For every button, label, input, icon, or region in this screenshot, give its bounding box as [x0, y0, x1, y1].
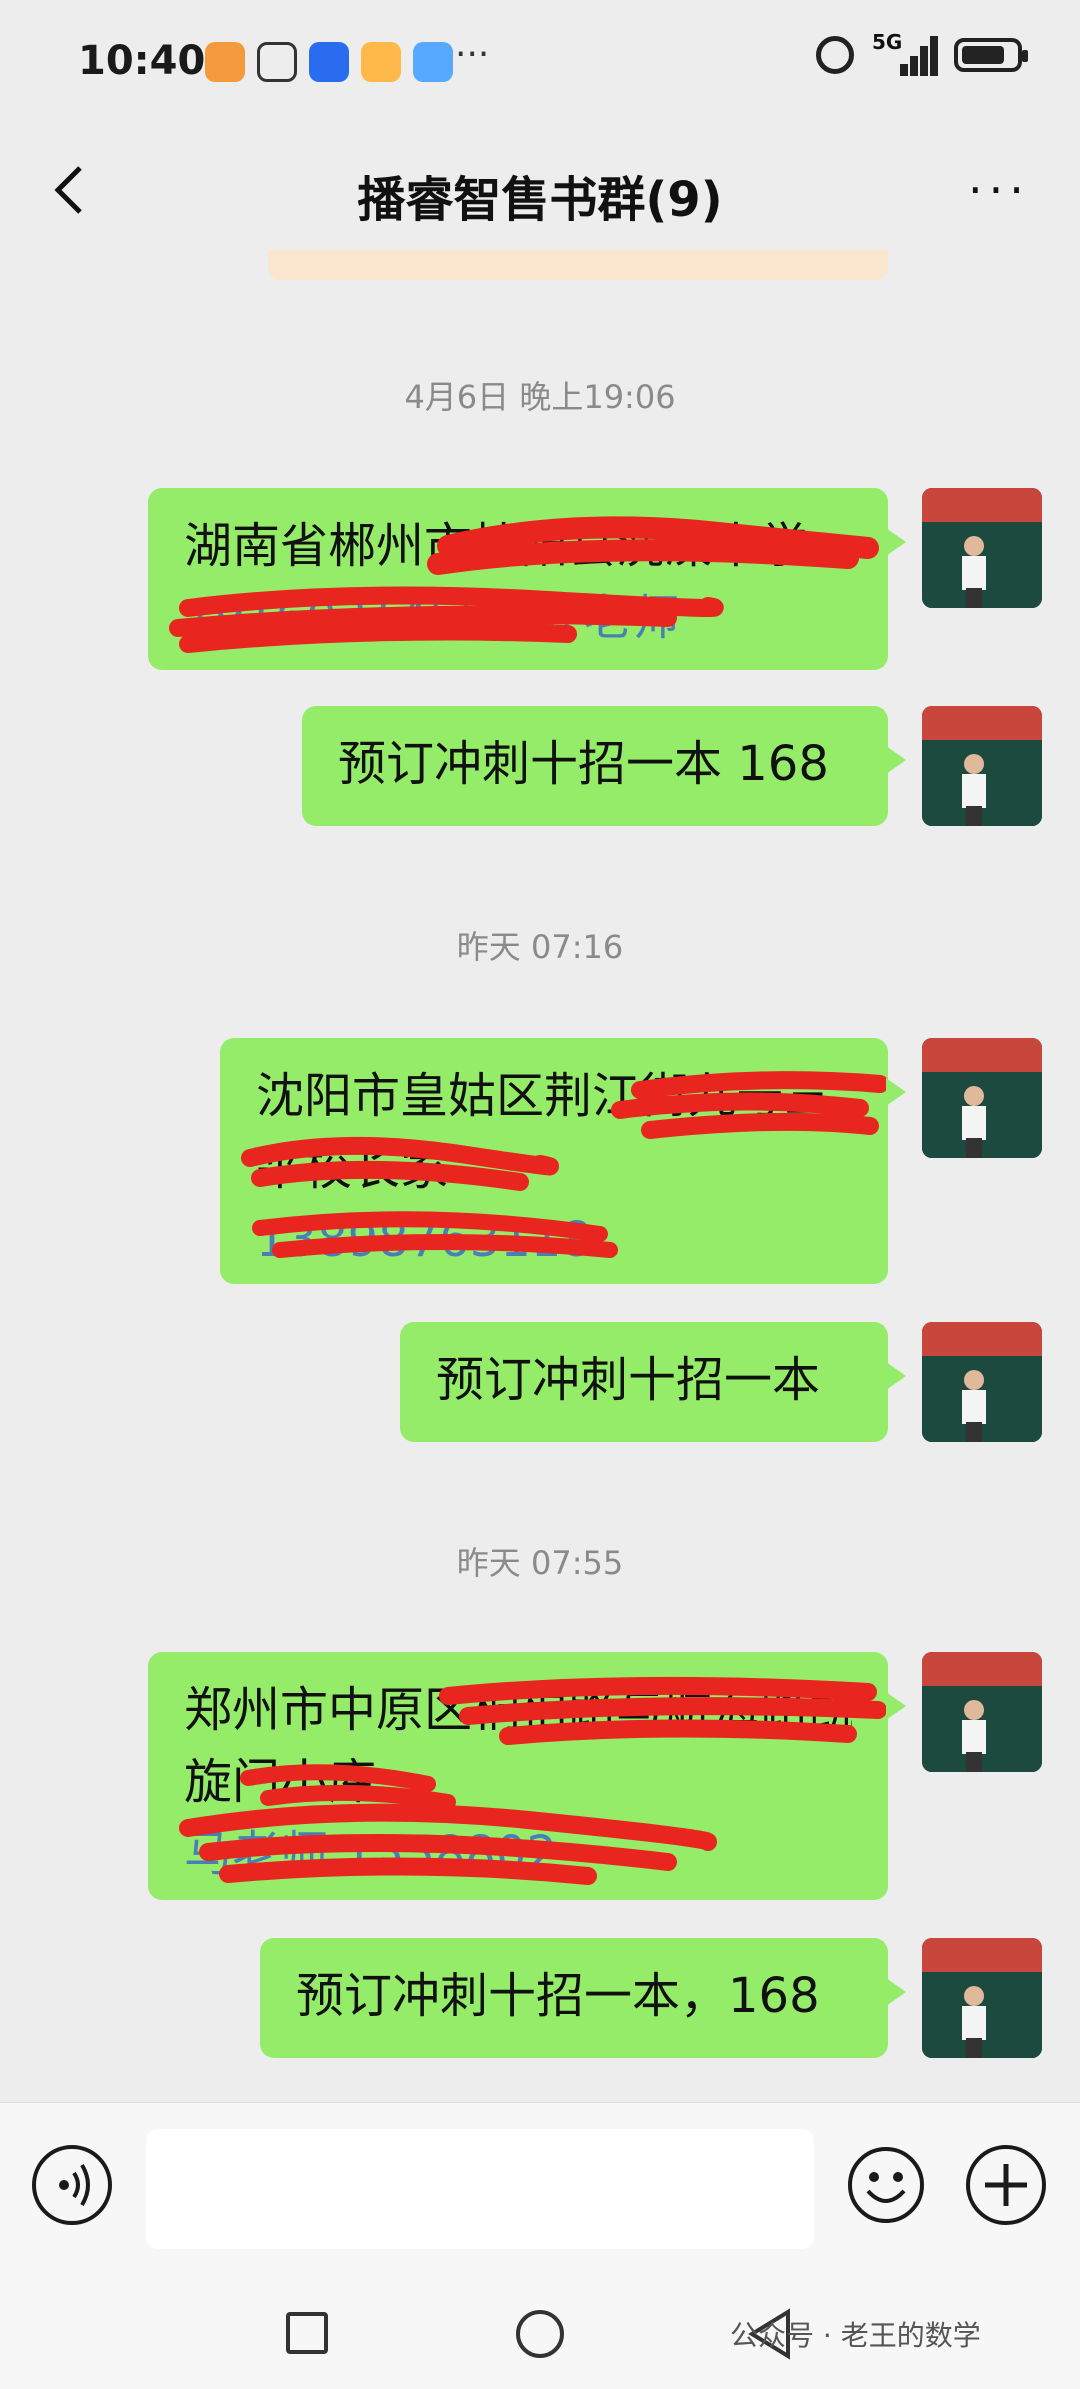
message-text: 郑州市中原区桐柏路与航海路凯 [184, 1682, 852, 1738]
smiley-icon [848, 2147, 924, 2223]
watermark: 公众号 · 老王的数学 [730, 2319, 981, 2352]
avatar[interactable] [922, 488, 1042, 608]
timestamp: 昨天 07:16 [456, 928, 624, 966]
avatar-photo-icon [922, 1938, 1042, 2058]
message-bubble[interactable]: 预订冲刺十招一本 168 [302, 706, 906, 826]
status-system-icons: 5G [816, 30, 1028, 76]
message-text: 沈阳市皇姑区荆江街九号三 [256, 1068, 833, 1124]
message-input-bar [0, 2102, 1080, 2275]
avatar[interactable] [922, 1322, 1042, 1442]
message-text: 平校长家 [256, 1140, 449, 1196]
system-nav-bar: 公众号 · 老王的数学 [0, 2274, 1080, 2389]
timestamp: 昨天 07:55 [456, 1544, 624, 1582]
message-phone: 13898763118 [256, 1212, 592, 1268]
recents-button[interactable] [286, 2312, 328, 2354]
status-app-icons [205, 42, 453, 82]
alarm-icon [816, 36, 854, 74]
network-type: 5G [872, 30, 903, 54]
message-phone: 马老师 1558802 [184, 1826, 558, 1882]
avatar-photo-icon [922, 488, 1042, 608]
browser-app-icon [413, 42, 453, 82]
add-attachment-button[interactable] [966, 2145, 1046, 2225]
home-button[interactable] [516, 2310, 564, 2358]
signal-icon: 5G [872, 30, 938, 76]
message-bubble[interactable]: 湖南省郴州市桂阳县洗澡中学 19160314500 叶老师 [148, 488, 906, 670]
timestamp: 4月6日 晚上19:06 [404, 378, 676, 416]
avatar-photo-icon [922, 1322, 1042, 1442]
chat-header: 播睿智售书群(9) ··· [0, 130, 1080, 250]
message-text: 旋门小库 [184, 1754, 377, 1810]
message-text: 预订冲刺十招一本 168 [338, 736, 829, 792]
message-text: 预订冲刺十招一本，168 [296, 1968, 820, 2024]
status-more-icon: ··· [455, 34, 490, 75]
emoji-button[interactable] [846, 2145, 926, 2225]
avatar[interactable] [922, 1938, 1042, 2058]
avatar[interactable] [922, 1652, 1042, 1772]
message-bubble[interactable]: 预订冲刺十招一本 [400, 1322, 906, 1442]
message-input[interactable] [146, 2129, 814, 2249]
shield-app-icon [257, 42, 297, 82]
message-phone: 19160314500 叶老师 [184, 590, 680, 646]
avatar[interactable] [922, 706, 1042, 826]
status-time: 10:40 [78, 38, 206, 84]
voice-input-button[interactable] [32, 2145, 112, 2225]
avatar[interactable] [922, 1038, 1042, 1158]
voice-icon [59, 2163, 90, 2207]
weather-app-icon [361, 42, 401, 82]
avatar-photo-icon [922, 1038, 1042, 1158]
notice-strip [268, 250, 888, 280]
heart-app-icon [205, 42, 245, 82]
message-text: 预订冲刺十招一本 [436, 1352, 821, 1408]
avatar-photo-icon [922, 1652, 1042, 1772]
battery-icon [954, 38, 1028, 72]
baidu-app-icon [309, 42, 349, 82]
avatar-photo-icon [922, 706, 1042, 826]
more-options-button[interactable]: ··· [968, 167, 1038, 213]
page-title: 播睿智售书群(9) [357, 172, 723, 228]
message-bubble[interactable]: 预订冲刺十招一本，168 [260, 1938, 906, 2058]
status-bar: 10:40 ··· 5G [0, 0, 1080, 130]
message-bubble[interactable]: 郑州市中原区桐柏路与航海路凯 旋门小库 马老师 1558802 [148, 1652, 906, 1900]
message-text: 湖南省郴州市桂阳县洗澡中学 [184, 518, 809, 574]
message-bubble[interactable]: 沈阳市皇姑区荆江街九号三 平校长家 13898763118 [220, 1038, 906, 1284]
